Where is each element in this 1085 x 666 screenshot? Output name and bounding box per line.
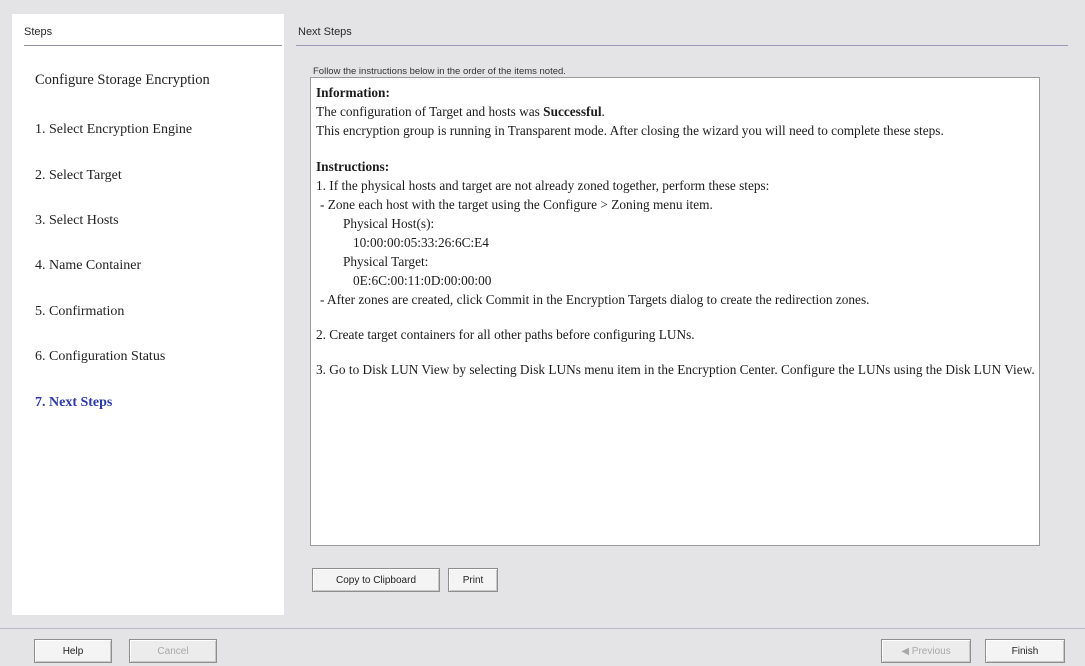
success-line: The configuration of Target and hosts wa… xyxy=(316,104,605,119)
information-heading: Information: xyxy=(316,85,390,100)
step-select-hosts: 3. Select Hosts xyxy=(35,213,119,228)
print-button[interactable]: Print xyxy=(448,568,498,592)
physical-hosts-label: Physical Host(s): xyxy=(343,216,435,231)
instructions-text-area[interactable]: Information: The configuration of Target… xyxy=(310,77,1040,546)
instruction-step-2: 2. Create target containers for all othe… xyxy=(316,327,695,342)
steps-divider xyxy=(24,45,282,46)
steps-title: Configure Storage Encryption xyxy=(35,72,210,88)
instruction-text: Follow the instructions below in the ord… xyxy=(313,66,566,77)
next-steps-divider xyxy=(296,45,1068,46)
step-next-steps: 7. Next Steps xyxy=(35,395,113,410)
instruction-step-1a: - Zone each host with the target using t… xyxy=(320,197,713,212)
footer-divider xyxy=(0,628,1085,629)
cancel-button: Cancel xyxy=(129,639,217,663)
step-configuration-status: 6. Configuration Status xyxy=(35,349,166,364)
copy-to-clipboard-button[interactable]: Copy to Clipboard xyxy=(312,568,440,592)
instruction-step-1: 1. If the physical hosts and target are … xyxy=(316,178,770,193)
instruction-step-3: 3. Go to Disk LUN View by selecting Disk… xyxy=(316,362,1035,377)
physical-target-value: 0E:6C:00:11:0D:00:00:00 xyxy=(353,273,492,288)
physical-target-label: Physical Target: xyxy=(343,254,429,269)
steps-header: Steps xyxy=(24,26,53,38)
steps-panel: Steps Configure Storage Encryption 1. Se… xyxy=(12,14,284,615)
mode-text: This encryption group is running in Tran… xyxy=(316,123,944,138)
physical-hosts-value: 10:00:00:05:33:26:6C:E4 xyxy=(353,235,489,250)
instruction-step-1b: - After zones are created, click Commit … xyxy=(320,292,870,307)
previous-button: ◀ Previous xyxy=(881,639,971,663)
step-confirmation: 5. Confirmation xyxy=(35,304,125,319)
instructions-heading: Instructions: xyxy=(316,159,390,174)
help-button[interactable]: Help xyxy=(34,639,112,663)
finish-button[interactable]: Finish xyxy=(985,639,1065,663)
wizard-dialog: Steps Configure Storage Encryption 1. Se… xyxy=(0,0,1085,666)
step-name-container: 4. Name Container xyxy=(35,258,142,273)
next-steps-header: Next Steps xyxy=(298,26,352,38)
step-select-target: 2. Select Target xyxy=(35,168,122,183)
step-select-encryption-engine: 1. Select Encryption Engine xyxy=(35,122,193,137)
